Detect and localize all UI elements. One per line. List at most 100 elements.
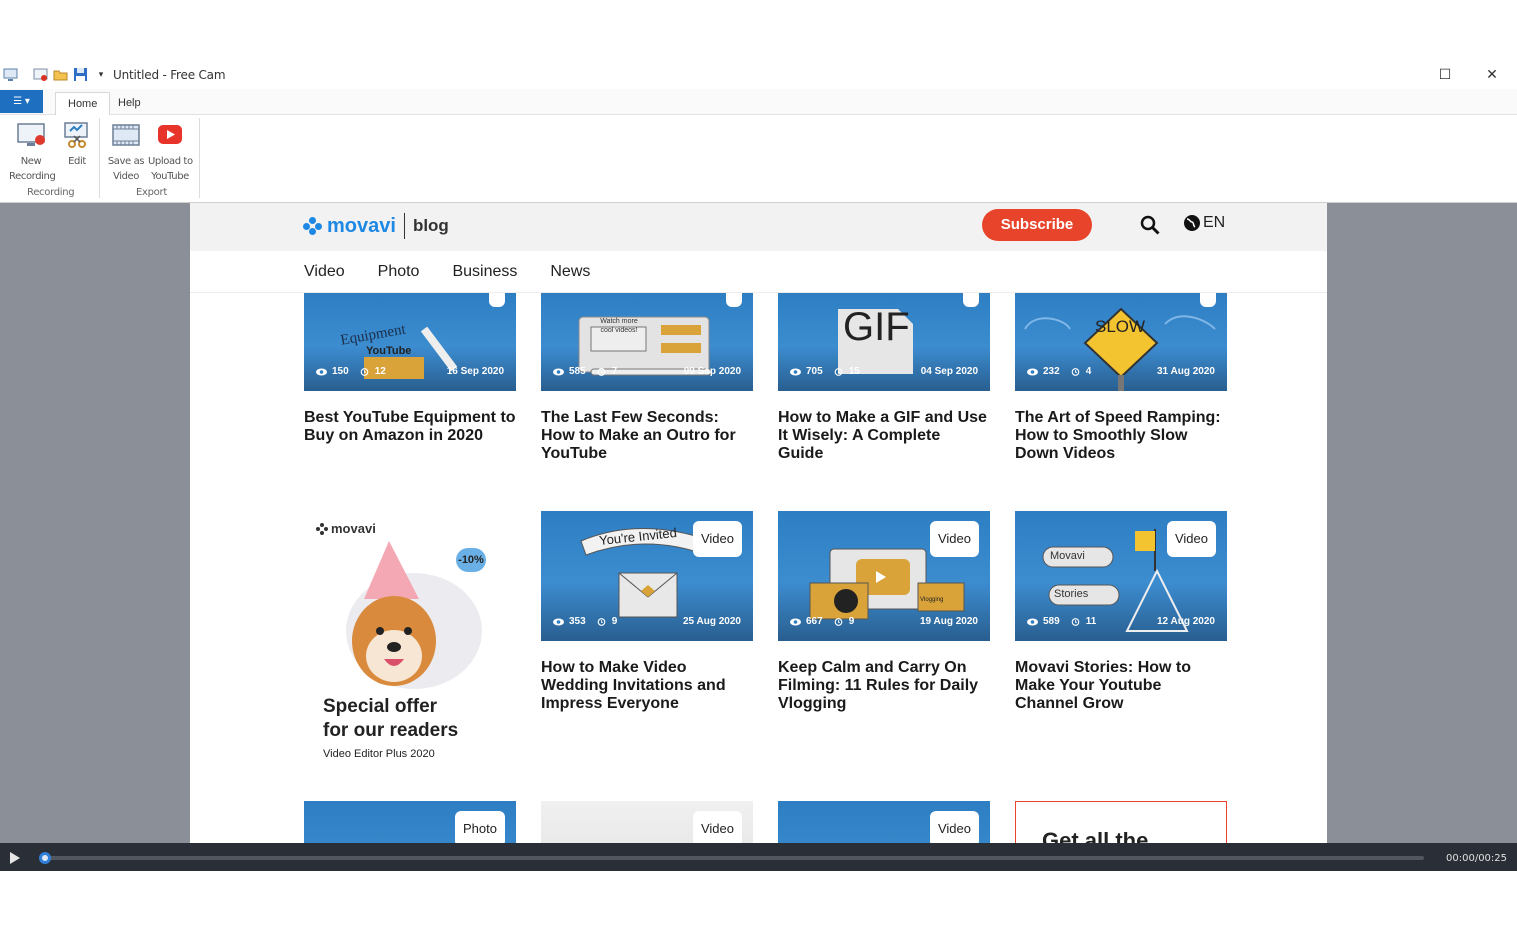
- article-title[interactable]: Keep Calm and Carry On Filming: 11 Rules…: [778, 659, 990, 713]
- views-icon: [553, 618, 564, 625]
- quick-access-dropdown-icon[interactable]: ▾: [93, 66, 109, 82]
- article-thumbnail[interactable]: Movavi Stories Video 589 11 12 Aug 2020: [1015, 511, 1227, 641]
- thumbnail-caption: SLOW: [1095, 317, 1146, 336]
- article-title[interactable]: Best YouTube Equipment to Buy on Amazon …: [304, 409, 516, 445]
- article-date: 25 Aug 2020: [683, 616, 741, 627]
- article-card[interactable]: SLOW 232 4 31 Aug 2020 The Art of Speed …: [1015, 293, 1227, 463]
- views-icon: [553, 368, 564, 375]
- open-folder-icon[interactable]: [53, 67, 68, 82]
- subscribe-button[interactable]: Subscribe: [982, 209, 1092, 241]
- promo-headline-1: Special offer: [323, 696, 438, 717]
- article-thumbnail[interactable]: Watch more cool videos! 585 7 09 Sep 202…: [541, 293, 753, 391]
- article-card[interactable]: Video: [541, 801, 753, 843]
- nav-business[interactable]: Business: [452, 263, 517, 281]
- nav-photo[interactable]: Photo: [378, 263, 420, 281]
- logo-section: blog: [412, 216, 449, 235]
- logo-text: movavi: [327, 214, 396, 237]
- maximize-button[interactable]: ☐: [1437, 66, 1453, 82]
- category-badge[interactable]: Video: [929, 521, 979, 557]
- article-card[interactable]: GIF 705 15 04 Sep 2020 How to Make a GIF…: [778, 293, 990, 463]
- article-title[interactable]: How to Make Video Wedding Invitations an…: [541, 659, 753, 713]
- category-badge[interactable]: Video: [692, 521, 742, 557]
- newsletter-box[interactable]: Get all the: [1015, 801, 1227, 843]
- edit-icon: [64, 122, 88, 148]
- thumbnail-caption-bottom: Stories: [1054, 588, 1089, 600]
- thumbnail-caption: Vlogging: [920, 597, 944, 603]
- article-thumbnail[interactable]: SLOW 232 4 31 Aug 2020: [1015, 293, 1227, 391]
- nav-video[interactable]: Video: [304, 263, 345, 281]
- article-meta: 589 11 12 Aug 2020: [1027, 616, 1215, 627]
- article-card[interactable]: You're Invited Video 353 9 25 Aug 2020 H…: [541, 511, 753, 713]
- article-meta: 667 9 19 Aug 2020: [790, 616, 978, 627]
- article-thumbnail[interactable]: Photo: [304, 801, 516, 843]
- article-title[interactable]: The Last Few Seconds: How to Make an Out…: [541, 409, 753, 463]
- article-thumbnail[interactable]: You're Invited Video 353 9 25 Aug 2020: [541, 511, 753, 641]
- views-icon: [316, 368, 327, 375]
- app-icon: [3, 68, 18, 81]
- logo-divider: [403, 213, 405, 239]
- clock-icon: [597, 367, 606, 376]
- article-thumbnail[interactable]: Vlogging Video 667 9 19 Aug 2020: [778, 511, 990, 641]
- article-card[interactable]: Vlogging Video 667 9 19 Aug 2020 Keep Ca…: [778, 511, 990, 713]
- article-date: 09 Sep 2020: [683, 366, 741, 377]
- ribbon-group-separator: [199, 118, 200, 198]
- close-button[interactable]: ✕: [1484, 66, 1500, 82]
- new-recording-quick-icon[interactable]: [33, 67, 48, 82]
- save-as-video-button[interactable]: Save as Video: [104, 121, 148, 184]
- read-minutes: 7: [611, 366, 618, 377]
- category-badge[interactable]: Photo: [455, 811, 505, 843]
- language-selector[interactable]: EN: [1183, 214, 1225, 232]
- logo-icon: [303, 216, 323, 236]
- article-title[interactable]: How to Make a GIF and Use It Wisely: A C…: [778, 409, 990, 463]
- tab-home[interactable]: Home: [55, 92, 111, 115]
- article-thumbnail[interactable]: GIF 705 15 04 Sep 2020: [778, 293, 990, 391]
- play-icon[interactable]: [10, 852, 20, 864]
- category-badge[interactable]: Video: [1166, 521, 1216, 557]
- article-date: 19 Aug 2020: [920, 616, 978, 627]
- article-meta: 705 15 04 Sep 2020: [790, 366, 978, 377]
- article-title[interactable]: The Art of Speed Ramping: How to Smoothl…: [1015, 409, 1227, 463]
- views-count: 667: [806, 616, 823, 627]
- article-card[interactable]: Movavi Stories Video 589 11 12 Aug 2020 …: [1015, 511, 1227, 713]
- new-recording-icon: [17, 123, 45, 146]
- upload-youtube-button[interactable]: Upload to YouTube: [148, 121, 193, 184]
- thumbnail-caption-top: Movavi: [1050, 550, 1085, 562]
- title-bar: [0, 62, 1517, 89]
- article-thumbnail[interactable]: Video: [541, 801, 753, 843]
- newsletter-heading: Get all the: [1042, 828, 1149, 843]
- read-minutes: 4: [1085, 366, 1092, 377]
- article-card[interactable]: Video: [778, 801, 990, 843]
- search-icon[interactable]: [1140, 215, 1160, 235]
- recording-group-label: Recording: [27, 187, 75, 198]
- seek-handle[interactable]: [39, 852, 51, 864]
- save-as-video-label: Save as Video: [107, 156, 145, 182]
- article-meta: 150 12 16 Sep 2020: [316, 366, 504, 377]
- playback-time: 00:00/00:25: [1446, 853, 1508, 864]
- edit-label: Edit: [68, 156, 86, 167]
- article-title[interactable]: Movavi Stories: How to Make Your Youtube…: [1015, 659, 1227, 713]
- edit-button[interactable]: Edit: [55, 121, 99, 169]
- clock-icon: [597, 617, 606, 626]
- nav-news[interactable]: News: [550, 263, 590, 281]
- new-recording-button[interactable]: New Recording: [9, 121, 56, 184]
- site-nav: Video Photo Business News: [304, 263, 590, 281]
- article-thumbnail[interactable]: Video: [778, 801, 990, 843]
- article-card[interactable]: Photo: [304, 801, 516, 843]
- views-icon: [790, 368, 801, 375]
- youtube-icon: [158, 125, 182, 144]
- save-icon[interactable]: [73, 67, 88, 82]
- views-icon: [1027, 368, 1038, 375]
- tab-help[interactable]: Help: [106, 92, 153, 115]
- file-menu-button[interactable]: ☰ ▾: [0, 90, 43, 113]
- category-badge[interactable]: Video: [929, 811, 979, 843]
- promo-banner[interactable]: movavi -10% Special offer for our reader…: [304, 511, 516, 771]
- clock-icon: [834, 367, 843, 376]
- article-card[interactable]: Equipment YouTube 150 12 16 Sep 2020 Bes…: [304, 293, 516, 445]
- article-date: 16 Sep 2020: [446, 366, 504, 377]
- article-thumbnail[interactable]: Equipment YouTube 150 12 16 Sep 2020: [304, 293, 516, 391]
- category-badge[interactable]: Video: [692, 811, 742, 843]
- seek-track[interactable]: [42, 856, 1424, 860]
- article-card[interactable]: Watch more cool videos! 585 7 09 Sep 202…: [541, 293, 753, 463]
- language-label: EN: [1203, 214, 1226, 231]
- read-minutes: 9: [848, 616, 855, 627]
